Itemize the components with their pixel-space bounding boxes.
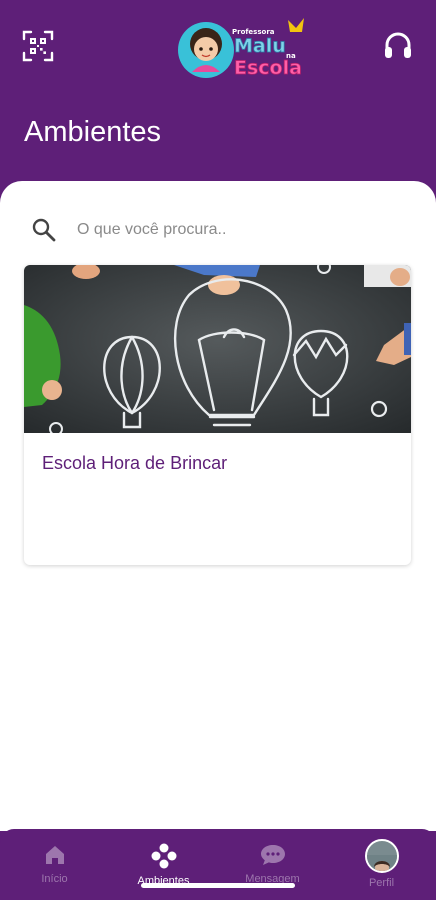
tab-perfil[interactable]: Perfil	[327, 829, 436, 900]
headset-icon	[385, 32, 411, 58]
support-button[interactable]	[382, 30, 414, 62]
app-logo: Professora Malu na Escola	[178, 18, 304, 79]
avatar-photo	[366, 855, 397, 871]
search-bar[interactable]	[24, 214, 412, 246]
tab-inicio-label: Início	[41, 873, 68, 885]
logo-line4: Escola	[234, 57, 302, 79]
page-title: Ambientes	[24, 116, 162, 148]
search-input[interactable]	[77, 221, 397, 239]
bottom-tab-bar: Início Ambientes Mensagem Perfil	[0, 829, 436, 900]
qr-code-icon	[22, 30, 54, 62]
logo-line2: Malu	[234, 35, 286, 57]
tab-mensagem[interactable]: Mensagem	[218, 829, 327, 900]
home-indicator	[141, 883, 295, 888]
tab-perfil-label: Perfil	[368, 877, 395, 889]
avatar	[364, 839, 399, 873]
chat-icon	[260, 845, 285, 865]
tab-ambientes[interactable]: Ambientes	[109, 829, 218, 900]
tab-inicio[interactable]: Início	[0, 829, 109, 900]
chalkboard-balloons-image	[24, 265, 411, 433]
app-header: Professora Malu na Escola Ambientes	[0, 0, 436, 185]
card-title: Escola Hora de Brincar	[42, 453, 228, 473]
qr-code-button[interactable]	[22, 30, 54, 62]
search-icon	[32, 218, 56, 242]
home-icon	[45, 846, 64, 864]
ambiente-card[interactable]: Escola Hora de Brincar	[24, 265, 411, 565]
ambientes-icon	[151, 843, 176, 869]
